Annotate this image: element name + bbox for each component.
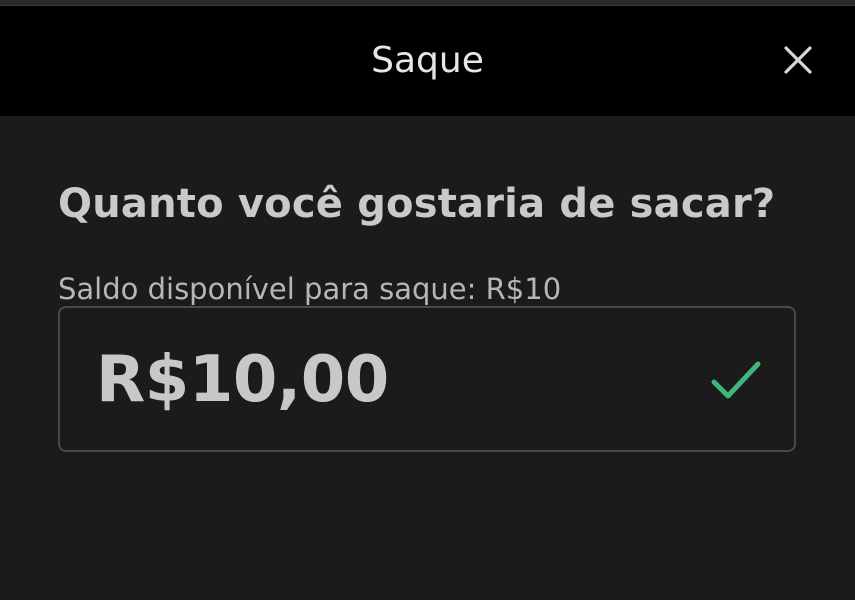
amount-input[interactable]: R$10,00 bbox=[58, 306, 796, 452]
withdraw-question: Quanto você gostaria de sacar? bbox=[58, 181, 776, 227]
check-icon bbox=[711, 361, 761, 399]
withdraw-form: Quanto você gostaria de sacar? Saldo dis… bbox=[0, 116, 855, 600]
dialog-title: Saque bbox=[371, 40, 484, 81]
close-icon bbox=[784, 46, 812, 74]
available-balance-label: Saldo disponível para saque: R$10 bbox=[58, 272, 562, 306]
amount-value: R$10,00 bbox=[96, 343, 389, 417]
dialog-header: Saque bbox=[0, 6, 855, 116]
close-button[interactable] bbox=[772, 34, 824, 86]
